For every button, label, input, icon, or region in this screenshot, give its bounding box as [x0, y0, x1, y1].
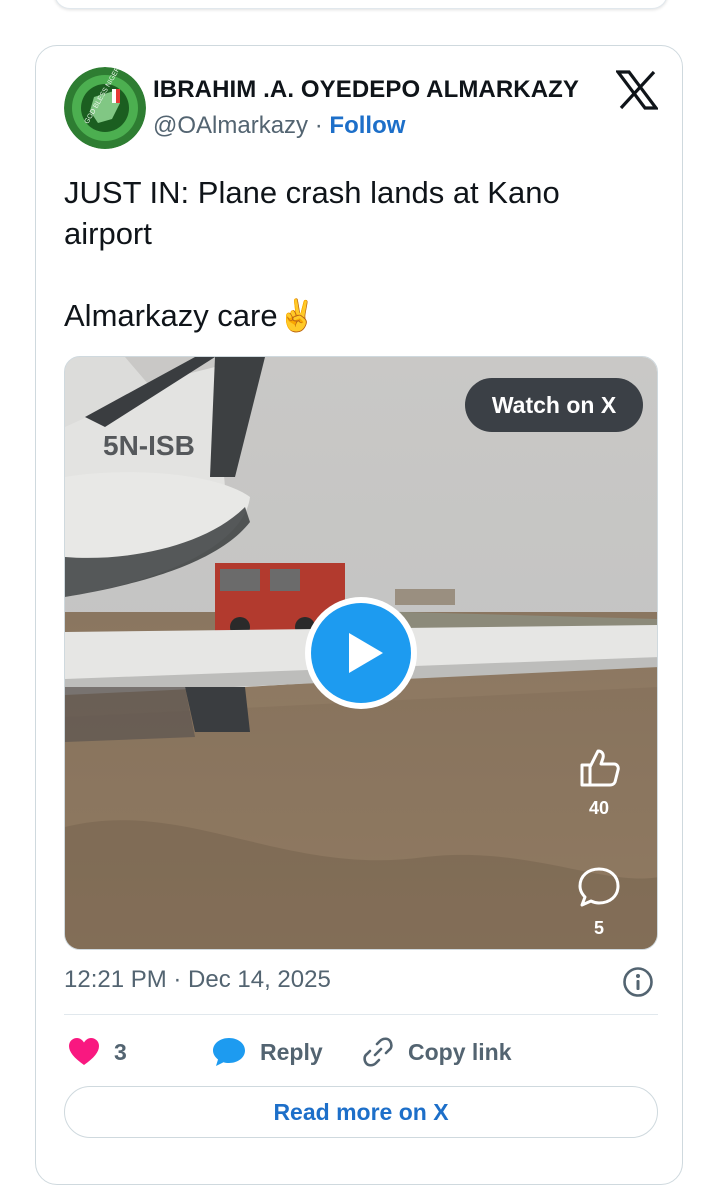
tweet-text-line: JUST IN: Plane crash lands at Kano airpo… — [64, 175, 560, 251]
x-logo-icon[interactable] — [616, 70, 658, 110]
read-more-button[interactable]: Read more on X — [64, 1086, 658, 1138]
previous-embed-card — [54, 0, 668, 9]
tweet-embed-card: GOD BLESS NIGERIA IBRAHIM .A. OYEDEPO AL… — [35, 45, 683, 1185]
tweet-text: JUST IN: Plane crash lands at Kano airpo… — [64, 172, 644, 336]
like-action[interactable]: 3 — [68, 1032, 127, 1072]
handle-row: @OAlmarkazy · Follow — [153, 112, 405, 140]
author-name[interactable]: IBRAHIM .A. OYEDEPO ALMARKAZY — [153, 76, 579, 104]
reply-action[interactable]: Reply — [212, 1032, 323, 1072]
aircraft-registration: 5N-ISB — [103, 430, 195, 461]
copy-link-action[interactable]: Copy link — [362, 1032, 512, 1072]
video-comments[interactable]: 5 — [569, 865, 629, 939]
reply-label: Reply — [260, 1038, 323, 1065]
heart-icon — [69, 1038, 99, 1065]
copy-link-label: Copy link — [408, 1038, 512, 1065]
play-button-fill — [311, 603, 411, 703]
tweet-text-line: Almarkazy care✌️ — [64, 298, 317, 333]
watch-on-x-button[interactable]: Watch on X — [465, 378, 643, 432]
video-likes-count: 40 — [588, 798, 610, 818]
link-icon — [363, 1037, 393, 1067]
play-button[interactable] — [305, 597, 417, 709]
thumbs-up-icon — [580, 749, 620, 787]
play-icon — [349, 633, 383, 673]
comment-icon — [578, 867, 620, 907]
avatar[interactable]: GOD BLESS NIGERIA — [64, 67, 146, 149]
video-comments-count: 5 — [593, 918, 604, 938]
video-likes[interactable]: 40 — [569, 745, 629, 819]
video-player[interactable]: 5N-ISB Watch on X 40 5 — [64, 356, 658, 950]
like-count: 3 — [114, 1038, 127, 1065]
action-bar: 3 Reply Copy link — [64, 1032, 658, 1072]
reply-bubble-icon — [213, 1038, 245, 1066]
info-icon[interactable] — [622, 966, 654, 998]
author-handle[interactable]: @OAlmarkazy — [153, 112, 308, 139]
follow-link[interactable]: Follow — [329, 112, 405, 139]
divider — [64, 1014, 658, 1015]
separator-dot: · — [314, 112, 323, 139]
tweet-timestamp[interactable]: 12:21 PM · Dec 14, 2025 — [64, 966, 331, 994]
